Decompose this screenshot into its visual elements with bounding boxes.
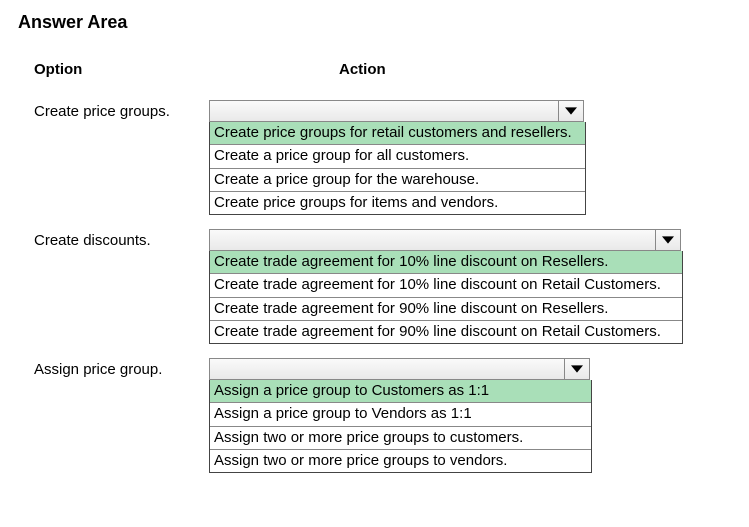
dropdown-option[interactable]: Create price groups for retail customers… (210, 122, 585, 145)
dropdown-option[interactable]: Create trade agreement for 10% line disc… (210, 274, 682, 297)
dropdown-option[interactable]: Assign two or more price groups to vendo… (210, 450, 591, 472)
dropdown-option[interactable]: Create trade agreement for 10% line disc… (210, 251, 682, 274)
row-assign-price-group: Assign price group. Assign a price group… (18, 358, 731, 473)
row-create-price-groups: Create price groups. Create price groups… (18, 100, 731, 215)
dropdown-option[interactable]: Create a price group for the warehouse. (210, 169, 585, 192)
option-label: Assign price group. (18, 358, 209, 378)
header-action: Action (209, 61, 386, 78)
dropdown-option[interactable]: Create trade agreement for 90% line disc… (210, 298, 682, 321)
dropdown-option[interactable]: Assign a price group to Customers as 1:1 (210, 380, 591, 403)
dropdown-option[interactable]: Assign two or more price groups to custo… (210, 427, 591, 450)
column-headers: Option Action (18, 61, 731, 78)
dropdown-option[interactable]: Create trade agreement for 90% line disc… (210, 321, 682, 343)
dropdown-arrow-icon[interactable] (655, 230, 680, 250)
dropdown-option[interactable]: Create a price group for all customers. (210, 145, 585, 168)
option-label: Create price groups. (18, 100, 209, 120)
dropdown-closed[interactable] (209, 100, 584, 122)
dropdown-closed[interactable] (209, 358, 590, 380)
dropdown-arrow-icon[interactable] (558, 101, 583, 121)
dropdown-option[interactable]: Create price groups for items and vendor… (210, 192, 585, 214)
dropdown-arrow-icon[interactable] (564, 359, 589, 379)
option-label: Create discounts. (18, 229, 209, 249)
header-option: Option (18, 61, 209, 78)
page-title: Answer Area (18, 12, 731, 33)
dropdown-options-list: Create price groups for retail customers… (209, 122, 586, 215)
dropdown-closed[interactable] (209, 229, 681, 251)
dropdown-options-list: Create trade agreement for 10% line disc… (209, 251, 683, 344)
row-create-discounts: Create discounts. Create trade agreement… (18, 229, 731, 344)
dropdown-options-list: Assign a price group to Customers as 1:1… (209, 380, 592, 473)
dropdown-option[interactable]: Assign a price group to Vendors as 1:1 (210, 403, 591, 426)
